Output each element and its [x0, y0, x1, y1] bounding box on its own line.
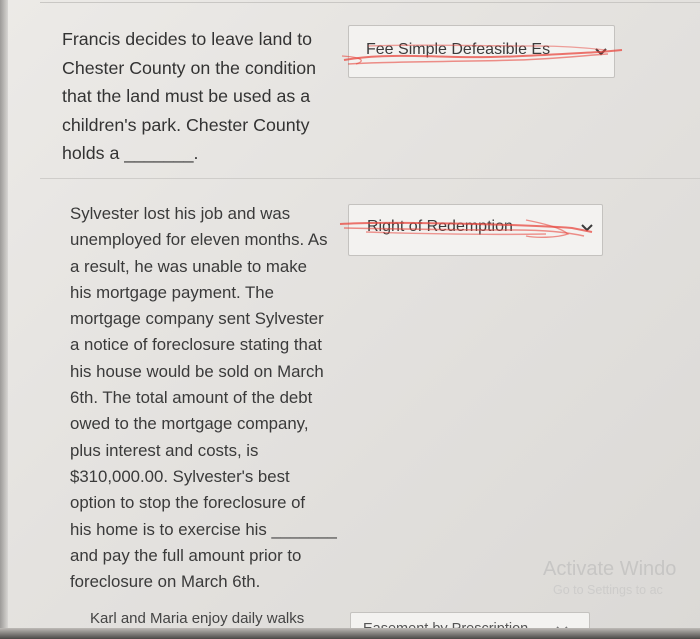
top-divider [40, 2, 700, 3]
question-1-answer-dropdown[interactable]: Fee Simple Defeasible Es [348, 25, 615, 78]
chevron-down-icon [595, 48, 607, 56]
activate-windows-watermark: Activate Windo [543, 558, 677, 580]
question-1-text: Francis decides to leave land to Chester… [62, 29, 317, 163]
chevron-down-icon [581, 224, 593, 232]
question-divider [40, 178, 700, 179]
screen-left-bezel [0, 0, 8, 639]
screen-bottom-bezel [0, 628, 700, 639]
activate-windows-subtitle: Go to Settings to ac [553, 583, 663, 597]
question-1-selected-answer: Fee Simple Defeasible Es [366, 41, 551, 58]
question-2-selected-answer: Right of Redemption [367, 218, 513, 235]
question-2-answer-dropdown[interactable]: Right of Redemption [348, 204, 603, 256]
question-2-text: Sylvester lost his job and was unemploye… [70, 204, 337, 592]
